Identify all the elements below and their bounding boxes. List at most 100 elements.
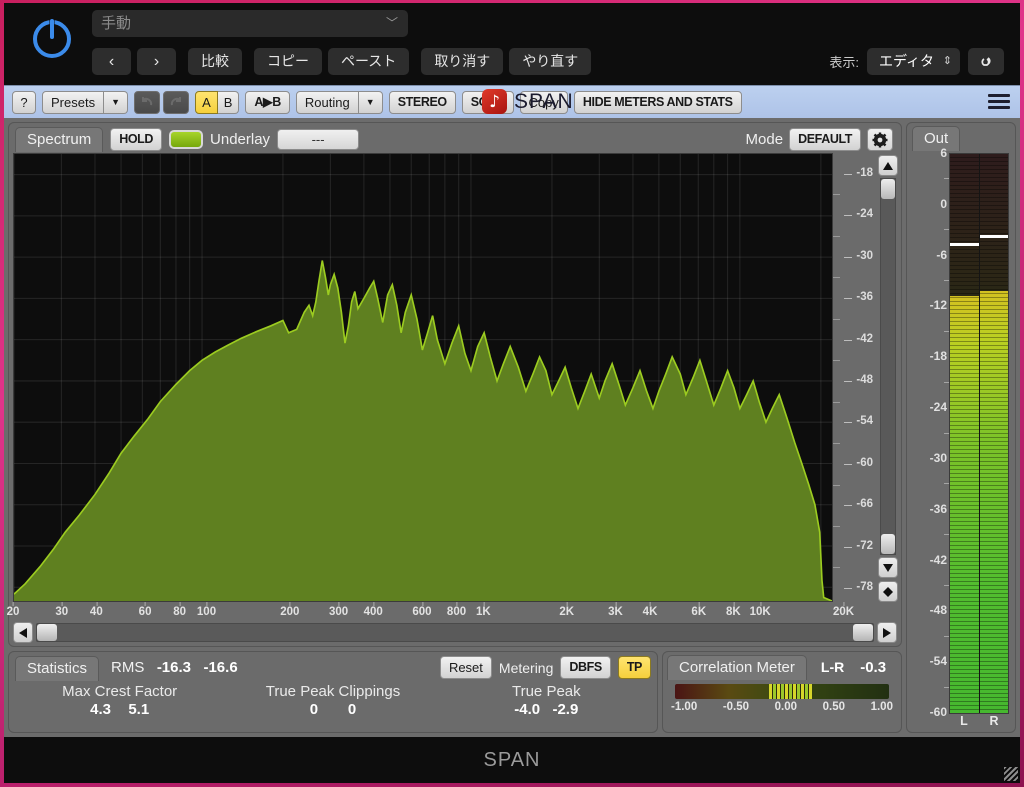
horizontal-scroll-thumb-left[interactable] xyxy=(37,624,57,641)
hold-led-indicator[interactable] xyxy=(169,130,204,149)
underlay-label: Underlay xyxy=(210,131,271,148)
output-meter-tick: -30 xyxy=(929,450,957,465)
scroll-right-button[interactable] xyxy=(877,622,897,643)
preset-b-button[interactable]: B xyxy=(217,90,240,114)
presets-group: Presets ▼ xyxy=(42,90,129,114)
chevron-updown-icon: ⇕ xyxy=(942,55,952,67)
undo-button[interactable]: 取り消す xyxy=(421,48,504,75)
presets-dropdown-caret[interactable]: ▼ xyxy=(104,90,129,114)
redo-icon[interactable] xyxy=(163,90,190,114)
prev-preset-button[interactable]: ‹ xyxy=(92,48,131,75)
compare-button[interactable]: 比較 xyxy=(188,48,242,75)
correlation-bar-fill xyxy=(769,684,812,699)
tab-out[interactable]: Out xyxy=(912,126,961,151)
reset-button[interactable]: Reset xyxy=(439,656,492,679)
next-preset-button[interactable]: › xyxy=(137,48,176,75)
horizontal-scrollbar[interactable] xyxy=(9,622,901,646)
spectrum-graph[interactable] xyxy=(13,153,833,602)
power-icon[interactable] xyxy=(26,11,78,63)
horizontal-scroll-thumb-right[interactable] xyxy=(853,624,873,641)
tab-spectrum[interactable]: Spectrum xyxy=(15,127,104,152)
peak-hold-marker-r xyxy=(979,235,1008,239)
footer-title: SPAN xyxy=(483,748,541,771)
peak-hold-marker-l xyxy=(950,242,979,246)
scroll-up-button[interactable] xyxy=(878,155,898,176)
correlation-tick: -1.00 xyxy=(671,701,698,713)
frequency-tick: 2K xyxy=(559,602,575,618)
routing-button[interactable]: Routing xyxy=(295,90,359,114)
stat-title: Max Crest Factor xyxy=(62,683,178,700)
daw-preset-value: 手動 xyxy=(101,15,132,32)
gear-icon[interactable] xyxy=(867,128,893,151)
true-peak-toggle[interactable]: TP xyxy=(617,656,651,679)
output-meter-body: 6 0 -6 -12 -18 -24 -30 -36 -42 -48 -54 -60 xyxy=(907,146,1015,719)
link-icon[interactable] xyxy=(968,48,1004,75)
hamburger-icon[interactable] xyxy=(988,91,1010,112)
copy-a-to-b-button[interactable]: A▶B xyxy=(245,90,290,114)
db-minor-tick xyxy=(833,235,840,237)
rms-readout: RMS -16.3 -16.6 xyxy=(111,659,238,677)
underlay-select[interactable]: --- xyxy=(277,129,360,150)
frequency-tick: 300 xyxy=(329,602,349,618)
daw-preset-select[interactable]: 手動 ﹀ xyxy=(92,10,408,37)
scroll-down-button[interactable] xyxy=(878,557,898,578)
db-tick: -66 xyxy=(844,498,873,511)
vertical-scroll-track[interactable] xyxy=(880,178,896,555)
vertical-scrollbar[interactable] xyxy=(877,153,899,602)
hide-meters-and-stats-button[interactable]: HIDE METERS AND STATS xyxy=(573,90,742,114)
metering-area: Reset Metering DBFS TP xyxy=(439,656,651,679)
channel-label-l: L xyxy=(960,714,968,728)
view-select[interactable]: エディタ ⇕ xyxy=(866,48,960,75)
stat-title: True Peak Clippings xyxy=(265,683,401,700)
stat-value-left: 0 xyxy=(309,701,319,718)
tab-correlation-meter[interactable]: Correlation Meter xyxy=(667,655,807,680)
output-meter-bars[interactable] xyxy=(949,153,1009,714)
mode-select[interactable]: DEFAULT xyxy=(789,128,861,151)
view-label: 表示: xyxy=(829,55,859,70)
frequency-tick: 40 xyxy=(89,602,103,618)
correlation-tick: -0.50 xyxy=(722,701,750,713)
correlation-mode[interactable]: L-R xyxy=(811,655,844,675)
statistics-panel: Statistics RMS -16.3 -16.6 Reset Meterin… xyxy=(8,651,658,733)
spectrum-header: Spectrum HOLD Underlay --- Mode DEFAULT xyxy=(9,123,901,153)
meter-channel-l xyxy=(950,154,979,713)
span-logo: ♪ SPAN xyxy=(482,89,574,114)
copy-button[interactable]: コピー xyxy=(254,48,322,75)
window-frame: 手動 ﹀ ‹ › 比較 コピー ペースト 取り消す やり直す 表示: エディタ … xyxy=(0,0,1024,787)
stat-title: True Peak xyxy=(511,683,581,700)
stat-values: 0 0 xyxy=(226,701,439,718)
db-minor-tick xyxy=(833,360,840,362)
db-minor-tick xyxy=(833,526,840,527)
plugin-window: 手動 ﹀ ‹ › 比較 コピー ペースト 取り消す やり直す 表示: エディタ … xyxy=(4,3,1020,783)
db-axis: -18 -24 -30 -36 -42 -48 -54 -60 -66 -72 -78 xyxy=(833,153,877,610)
output-meter-tick: 0 xyxy=(940,196,956,211)
reset-view-button[interactable] xyxy=(878,581,898,602)
vertical-scroll-thumb-top[interactable] xyxy=(881,179,895,199)
metering-mode-button[interactable]: DBFS xyxy=(560,656,611,679)
frequency-tick: 400 xyxy=(363,602,383,618)
vertical-scroll-thumb-bottom[interactable] xyxy=(881,534,895,554)
scroll-left-button[interactable] xyxy=(13,622,33,643)
tab-statistics[interactable]: Statistics xyxy=(15,655,100,681)
frequency-tick: 3K xyxy=(608,602,623,618)
frequency-tick: 4K xyxy=(642,602,658,618)
db-tick: -48 xyxy=(844,373,873,386)
help-button[interactable]: ? xyxy=(12,90,36,114)
horizontal-scroll-track[interactable] xyxy=(36,623,874,642)
output-meter-tick: -12 xyxy=(929,298,957,313)
hold-button[interactable]: HOLD xyxy=(110,128,163,151)
undo-icon[interactable] xyxy=(134,90,161,114)
stat-value-right: -2.9 xyxy=(552,701,579,718)
stereo-button[interactable]: STEREO xyxy=(388,90,456,114)
resize-grip[interactable] xyxy=(1004,767,1018,781)
statistics-grid: Max Crest Factor 4.3 5.1 True Peak Clipp… xyxy=(9,681,657,718)
stat-true-peak: True Peak -4.0 -2.9 xyxy=(440,683,653,718)
redo-button[interactable]: やり直す xyxy=(509,48,592,75)
presets-button[interactable]: Presets xyxy=(42,90,105,114)
spectrum-plot xyxy=(14,154,832,601)
routing-dropdown-caret[interactable]: ▼ xyxy=(358,90,383,114)
meter-fill-l xyxy=(950,296,979,713)
paste-button[interactable]: ペースト xyxy=(328,48,410,75)
correlation-scale: -1.00 -0.50 0.00 0.50 1.00 xyxy=(663,699,901,713)
preset-a-button[interactable]: A xyxy=(195,90,218,114)
